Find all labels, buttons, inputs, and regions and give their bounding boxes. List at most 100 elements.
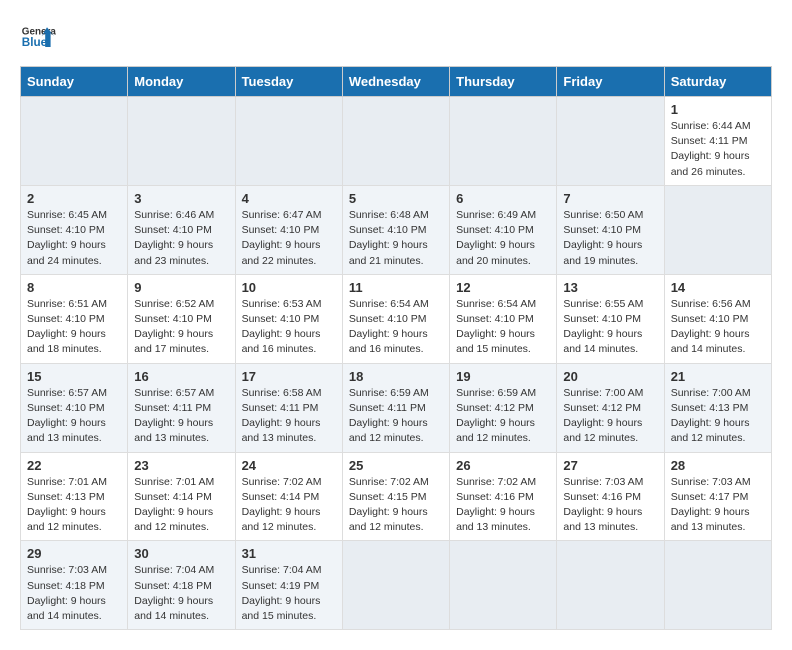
calendar-cell: 15Sunrise: 6:57 AMSunset: 4:10 PMDayligh… [21, 363, 128, 452]
day-info: Sunrise: 6:49 AMSunset: 4:10 PMDaylight:… [456, 208, 550, 269]
day-number: 5 [349, 191, 443, 206]
day-info: Sunrise: 7:03 AMSunset: 4:17 PMDaylight:… [671, 475, 765, 536]
calendar-cell [235, 97, 342, 186]
svg-text:Blue: Blue [22, 36, 48, 49]
calendar-cell: 26 Sunrise: 7:02 AMSunset: 4:16 PMDayligh… [450, 452, 557, 541]
day-info: Sunrise: 7:04 AMSunset: 4:19 PMDaylight:… [242, 563, 336, 624]
week-row: 22Sunrise: 7:01 AMSunset: 4:13 PMDayligh… [21, 452, 772, 541]
calendar-cell: 21Sunrise: 7:00 AMSunset: 4:13 PMDayligh… [664, 363, 771, 452]
calendar-cell: 19 Sunrise: 6:59 AMSunset: 4:12 PMDayligh… [450, 363, 557, 452]
calendar-cell: 13 Sunrise: 6:55 AMSunset: 4:10 PMDayligh… [557, 274, 664, 363]
calendar-cell: 5 Sunrise: 6:48 AMSunset: 4:10 PMDaylight… [342, 185, 449, 274]
calendar-cell: 22Sunrise: 7:01 AMSunset: 4:13 PMDayligh… [21, 452, 128, 541]
calendar-cell: 9 Sunrise: 6:52 AMSunset: 4:10 PMDaylight… [128, 274, 235, 363]
logo-icon: General Blue [20, 20, 56, 56]
calendar-cell: 12Sunrise: 6:54 AMSunset: 4:10 PMDayligh… [450, 274, 557, 363]
day-info: Sunrise: 6:46 AMSunset: 4:10 PMDaylight:… [134, 208, 228, 269]
week-row: 29 Sunrise: 7:03 AMSunset: 4:18 PMDayligh… [21, 541, 772, 630]
calendar-cell: 25Sunrise: 7:02 AMSunset: 4:15 PMDayligh… [342, 452, 449, 541]
day-info: Sunrise: 6:58 AMSunset: 4:11 PMDaylight:… [242, 386, 336, 447]
day-number: 23 [134, 458, 228, 473]
calendar-header: SundayMondayTuesdayWednesdayThursdayFrid… [21, 67, 772, 97]
day-number: 24 [242, 458, 336, 473]
day-info: Sunrise: 6:52 AMSunset: 4:10 PMDaylight:… [134, 297, 228, 358]
calendar-cell [557, 541, 664, 630]
day-number: 11 [349, 280, 443, 295]
day-info: Sunrise: 6:57 AMSunset: 4:11 PMDaylight:… [134, 386, 228, 447]
calendar-cell: 23 Sunrise: 7:01 AMSunset: 4:14 PMDayligh… [128, 452, 235, 541]
day-number: 7 [563, 191, 657, 206]
day-number: 4 [242, 191, 336, 206]
calendar-cell: 30 Sunrise: 7:04 AMSunset: 4:18 PMDayligh… [128, 541, 235, 630]
day-info: Sunrise: 7:03 AMSunset: 4:16 PMDaylight:… [563, 475, 657, 536]
day-number: 31 [242, 546, 336, 561]
calendar-cell: 24 Sunrise: 7:02 AMSunset: 4:14 PMDayligh… [235, 452, 342, 541]
calendar-cell: 14 Sunrise: 6:56 AMSunset: 4:10 PMDayligh… [664, 274, 771, 363]
day-number: 8 [27, 280, 121, 295]
week-row: 8Sunrise: 6:51 AMSunset: 4:10 PMDaylight… [21, 274, 772, 363]
day-number: 1 [671, 102, 765, 117]
day-info: Sunrise: 7:01 AMSunset: 4:14 PMDaylight:… [134, 475, 228, 536]
day-info: Sunrise: 6:45 AMSunset: 4:10 PMDaylight:… [27, 208, 121, 269]
day-info: Sunrise: 6:55 AMSunset: 4:10 PMDaylight:… [563, 297, 657, 358]
calendar-cell: 29 Sunrise: 7:03 AMSunset: 4:18 PMDayligh… [21, 541, 128, 630]
calendar-cell: 6Sunrise: 6:49 AMSunset: 4:10 PMDaylight… [450, 185, 557, 274]
calendar-cell [21, 97, 128, 186]
calendar-cell: 16 Sunrise: 6:57 AMSunset: 4:11 PMDayligh… [128, 363, 235, 452]
calendar-cell: 20Sunrise: 7:00 AMSunset: 4:12 PMDayligh… [557, 363, 664, 452]
calendar-cell: 31 Sunrise: 7:04 AMSunset: 4:19 PMDayligh… [235, 541, 342, 630]
calendar-table: SundayMondayTuesdayWednesdayThursdayFrid… [20, 66, 772, 630]
header: General Blue [20, 20, 772, 56]
day-number: 13 [563, 280, 657, 295]
day-number: 28 [671, 458, 765, 473]
day-header-saturday: Saturday [664, 67, 771, 97]
day-number: 14 [671, 280, 765, 295]
day-number: 20 [563, 369, 657, 384]
day-number: 26 [456, 458, 550, 473]
day-header-wednesday: Wednesday [342, 67, 449, 97]
day-number: 19 [456, 369, 550, 384]
calendar-cell: 8Sunrise: 6:51 AMSunset: 4:10 PMDaylight… [21, 274, 128, 363]
day-info: Sunrise: 7:01 AMSunset: 4:13 PMDaylight:… [27, 475, 121, 536]
day-info: Sunrise: 7:02 AMSunset: 4:15 PMDaylight:… [349, 475, 443, 536]
calendar-cell: 3 Sunrise: 6:46 AMSunset: 4:10 PMDaylight… [128, 185, 235, 274]
calendar-cell [557, 97, 664, 186]
day-number: 10 [242, 280, 336, 295]
day-info: Sunrise: 7:04 AMSunset: 4:18 PMDaylight:… [134, 563, 228, 624]
day-info: Sunrise: 7:03 AMSunset: 4:18 PMDaylight:… [27, 563, 121, 624]
day-info: Sunrise: 6:54 AMSunset: 4:10 PMDaylight:… [349, 297, 443, 358]
day-header-sunday: Sunday [21, 67, 128, 97]
calendar-cell: 11 Sunrise: 6:54 AMSunset: 4:10 PMDayligh… [342, 274, 449, 363]
day-number: 16 [134, 369, 228, 384]
day-info: Sunrise: 6:56 AMSunset: 4:10 PMDaylight:… [671, 297, 765, 358]
calendar-cell [664, 541, 771, 630]
calendar-cell: 1Sunrise: 6:44 AMSunset: 4:11 PMDaylight… [664, 97, 771, 186]
day-number: 2 [27, 191, 121, 206]
day-info: Sunrise: 6:47 AMSunset: 4:10 PMDaylight:… [242, 208, 336, 269]
day-header-thursday: Thursday [450, 67, 557, 97]
calendar-cell: 18Sunrise: 6:59 AMSunset: 4:11 PMDayligh… [342, 363, 449, 452]
day-number: 30 [134, 546, 228, 561]
day-number: 9 [134, 280, 228, 295]
day-info: Sunrise: 6:59 AMSunset: 4:12 PMDaylight:… [456, 386, 550, 447]
day-number: 3 [134, 191, 228, 206]
day-header-monday: Monday [128, 67, 235, 97]
day-info: Sunrise: 7:02 AMSunset: 4:14 PMDaylight:… [242, 475, 336, 536]
day-info: Sunrise: 6:53 AMSunset: 4:10 PMDaylight:… [242, 297, 336, 358]
week-row: 1Sunrise: 6:44 AMSunset: 4:11 PMDaylight… [21, 97, 772, 186]
day-number: 29 [27, 546, 121, 561]
day-number: 21 [671, 369, 765, 384]
week-row: 15Sunrise: 6:57 AMSunset: 4:10 PMDayligh… [21, 363, 772, 452]
day-header-tuesday: Tuesday [235, 67, 342, 97]
calendar-body: 1Sunrise: 6:44 AMSunset: 4:11 PMDaylight… [21, 97, 772, 630]
day-number: 12 [456, 280, 550, 295]
day-info: Sunrise: 7:02 AMSunset: 4:16 PMDaylight:… [456, 475, 550, 536]
day-info: Sunrise: 6:48 AMSunset: 4:10 PMDaylight:… [349, 208, 443, 269]
calendar-cell: 27Sunrise: 7:03 AMSunset: 4:16 PMDayligh… [557, 452, 664, 541]
day-info: Sunrise: 6:50 AMSunset: 4:10 PMDaylight:… [563, 208, 657, 269]
day-number: 18 [349, 369, 443, 384]
calendar-cell [128, 97, 235, 186]
day-header-friday: Friday [557, 67, 664, 97]
calendar-cell: 17Sunrise: 6:58 AMSunset: 4:11 PMDayligh… [235, 363, 342, 452]
calendar-cell: 4 Sunrise: 6:47 AMSunset: 4:10 PMDaylight… [235, 185, 342, 274]
